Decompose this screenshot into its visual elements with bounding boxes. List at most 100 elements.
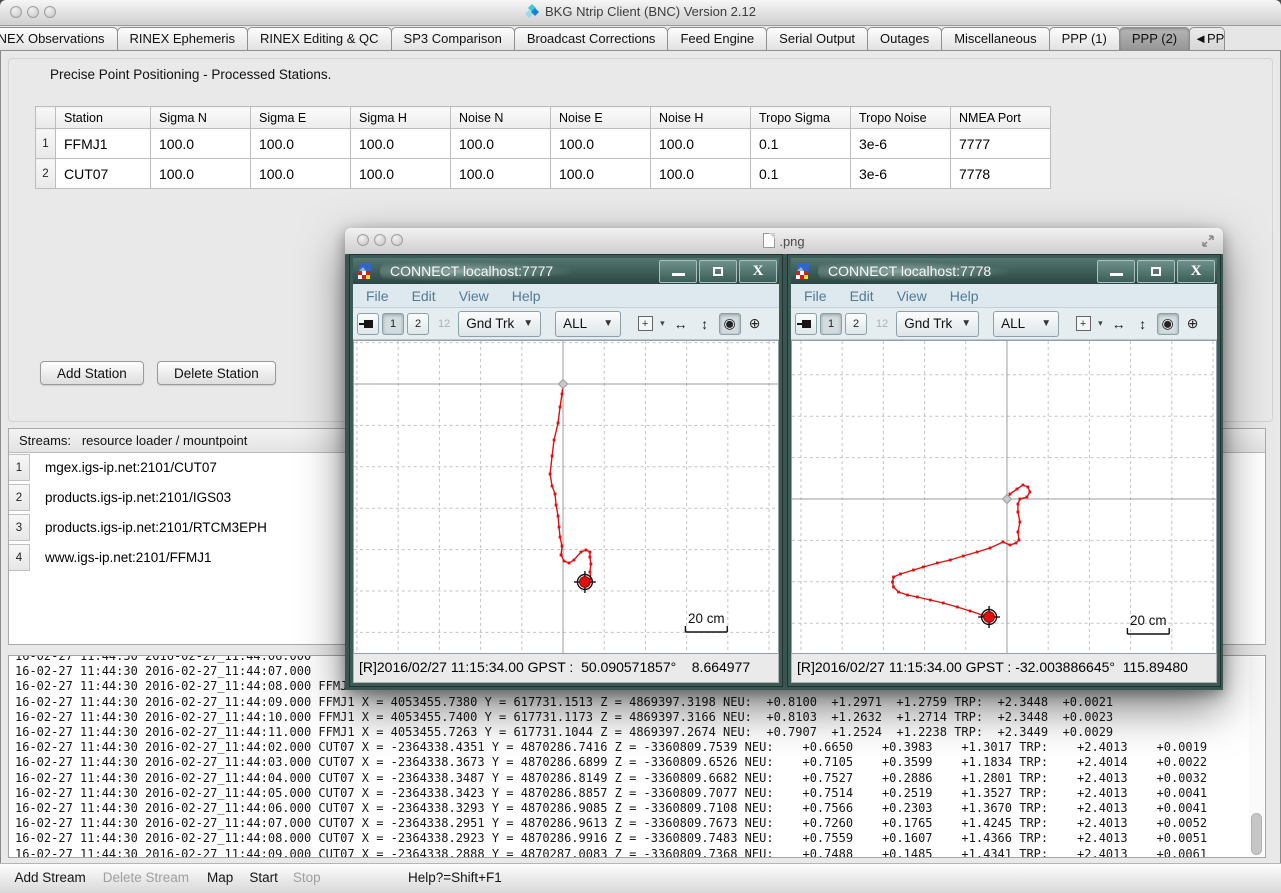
station-cell[interactable]: 0.1 [751, 159, 851, 189]
add-station-button[interactable]: Add Station [40, 361, 144, 385]
station-cell[interactable]: 100.0 [551, 159, 651, 189]
station-cell[interactable]: 100.0 [151, 159, 251, 189]
panel-2-button[interactable]: 2 [845, 313, 867, 335]
tab-broadcast-corrections[interactable]: Broadcast Corrections [514, 27, 669, 51]
plot-type-select[interactable]: Gnd Trk▼ [458, 311, 541, 337]
ppp-caption: Precise Point Positioning - Processed St… [50, 67, 331, 82]
chevron-down-icon: ▼ [961, 318, 971, 329]
tab-inex-observations[interactable]: INEX Observations [0, 27, 118, 51]
menu-help[interactable]: Help [512, 288, 541, 304]
tab-sp3-comparison[interactable]: SP3 Comparison [391, 27, 515, 51]
connect-maximize-button[interactable] [1137, 260, 1175, 283]
connect-toolbar: 12 12 Gnd Trk▼ ALL▼ + ▾ ↔↕◉⊕ [353, 308, 779, 340]
station-cell[interactable]: 100.0 [651, 159, 751, 189]
zoom-vertical-icon[interactable]: ↕ [1133, 314, 1153, 334]
connect-maximize-button[interactable] [699, 260, 737, 283]
connect-minimize-button[interactable] [1097, 260, 1135, 283]
recenter-icon[interactable]: ◉ [1157, 313, 1179, 335]
station-cell[interactable]: 100.0 [251, 129, 351, 159]
panel-1-button[interactable]: 1 [820, 313, 842, 335]
zoom-select-icon[interactable]: + [635, 314, 655, 334]
panel-12-label: 12 [438, 318, 450, 330]
connect-menubar: File Edit View Help [791, 284, 1217, 308]
expand-icon[interactable] [1201, 234, 1215, 248]
panel-1-button[interactable]: 1 [382, 313, 404, 335]
station-row[interactable]: 1FFMJ1100.0100.0100.0100.0100.0100.00.13… [36, 129, 1051, 159]
chevron-down-icon: ▼ [1041, 318, 1051, 329]
action-add-stream[interactable]: Add Stream [14, 870, 85, 885]
zoom-select-icon[interactable]: + [1073, 314, 1093, 334]
tab-ppp-1-[interactable]: PPP (1) [1049, 27, 1120, 51]
column-header-sigma-n: Sigma N [151, 107, 251, 129]
connect-window-7777[interactable]: CONNECT localhost:7777 X File Edit View Hel… [349, 254, 783, 687]
station-cell[interactable]: 7778 [951, 159, 1051, 189]
station-cell[interactable]: 100.0 [151, 129, 251, 159]
tab-feed-engine[interactable]: Feed Engine [667, 27, 767, 51]
column-header-sigma-h: Sigma H [351, 107, 451, 129]
tab-miscellaneous[interactable]: Miscellaneous [941, 27, 1049, 51]
station-cell[interactable]: 100.0 [251, 159, 351, 189]
connect-close-button[interactable]: X [739, 260, 777, 283]
ground-track-plot[interactable]: 20 cm [791, 340, 1217, 654]
satellite-select[interactable]: ALL▼ [993, 311, 1059, 337]
ground-track-plot[interactable]: 20 cm [353, 340, 779, 654]
satellite-select[interactable]: ALL▼ [555, 311, 621, 337]
tab-scroll-overflow[interactable]: ◄PPP [1189, 27, 1225, 51]
tab-ppp-2-[interactable]: PPP (2) [1119, 27, 1190, 51]
zoom-dropdown-icon[interactable]: ▾ [1098, 318, 1103, 329]
column-header-sigma-e: Sigma E [251, 107, 351, 129]
station-cell[interactable]: 7777 [951, 129, 1051, 159]
station-cell[interactable]: 100.0 [451, 159, 551, 189]
connect-titlebar[interactable]: CONNECT localhost:7778 X [791, 258, 1217, 284]
log-scrollbar-thumb[interactable] [1251, 813, 1262, 855]
zoom-horizontal-icon[interactable]: ↔ [1109, 314, 1129, 334]
station-cell[interactable]: 0.1 [751, 129, 851, 159]
connect-titlebar[interactable]: CONNECT localhost:7777 X [353, 258, 779, 284]
station-cell[interactable]: FFMJ1 [56, 129, 151, 159]
station-row[interactable]: 2CUT07100.0100.0100.0100.0100.0100.00.13… [36, 159, 1051, 189]
station-cell[interactable]: CUT07 [56, 159, 151, 189]
menu-edit[interactable]: Edit [412, 288, 436, 304]
station-cell[interactable]: 100.0 [351, 159, 451, 189]
recenter-icon[interactable]: ◉ [719, 313, 741, 335]
stations-table: StationSigma NSigma ESigma HNoise NNoise… [35, 106, 1051, 189]
station-cell[interactable]: 3e-6 [851, 129, 951, 159]
connect-window-7778[interactable]: CONNECT localhost:7778 X File Edit View Hel… [787, 254, 1221, 687]
stream-mountpoint: mgex.igs-ip.net:2101/CUT07 [45, 453, 217, 483]
log-scrollbar[interactable] [1249, 657, 1264, 856]
tab-rinex-editing-qc[interactable]: RINEX Editing & QC [247, 27, 392, 51]
png-doc-icon [763, 233, 775, 248]
tab-rinex-ephemeris[interactable]: RINEX Ephemeris [117, 27, 248, 51]
connect-minimize-button[interactable] [659, 260, 697, 283]
station-cell[interactable]: 100.0 [451, 129, 551, 159]
png-titlebar[interactable]: .png [345, 228, 1223, 255]
action-map[interactable]: Map [207, 870, 233, 885]
zoom-vertical-icon[interactable]: ↕ [695, 314, 715, 334]
station-cell[interactable]: 100.0 [651, 129, 751, 159]
menu-help[interactable]: Help [950, 288, 979, 304]
crosshair-icon[interactable]: ⊕ [1183, 314, 1203, 334]
menu-view[interactable]: View [459, 288, 489, 304]
zoom-horizontal-icon[interactable]: ↔ [671, 314, 691, 334]
station-cell[interactable]: 3e-6 [851, 159, 951, 189]
png-preview-window[interactable]: .png CONNECT localhost:7777 X File Edit Vi… [345, 228, 1223, 690]
panel-2-button[interactable]: 2 [407, 313, 429, 335]
menu-file[interactable]: File [804, 288, 827, 304]
tab-serial-output[interactable]: Serial Output [766, 27, 868, 51]
snapshot-button-icon[interactable] [795, 313, 817, 335]
connect-close-button[interactable]: X [1177, 260, 1215, 283]
action-start[interactable]: Start [249, 870, 278, 885]
crosshair-icon[interactable]: ⊕ [745, 314, 765, 334]
bnc-window-icon [795, 263, 812, 280]
station-cell[interactable]: 100.0 [551, 129, 651, 159]
menu-edit[interactable]: Edit [850, 288, 874, 304]
menu-file[interactable]: File [366, 288, 389, 304]
zoom-dropdown-icon[interactable]: ▾ [660, 318, 665, 329]
tab-outages[interactable]: Outages [867, 27, 942, 51]
station-cell[interactable]: 100.0 [351, 129, 451, 159]
menu-view[interactable]: View [897, 288, 927, 304]
snapshot-button-icon[interactable] [357, 313, 379, 335]
delete-station-button[interactable]: Delete Station [157, 361, 276, 385]
plot-type-select[interactable]: Gnd Trk▼ [896, 311, 979, 337]
action-stop: Stop [293, 870, 321, 885]
